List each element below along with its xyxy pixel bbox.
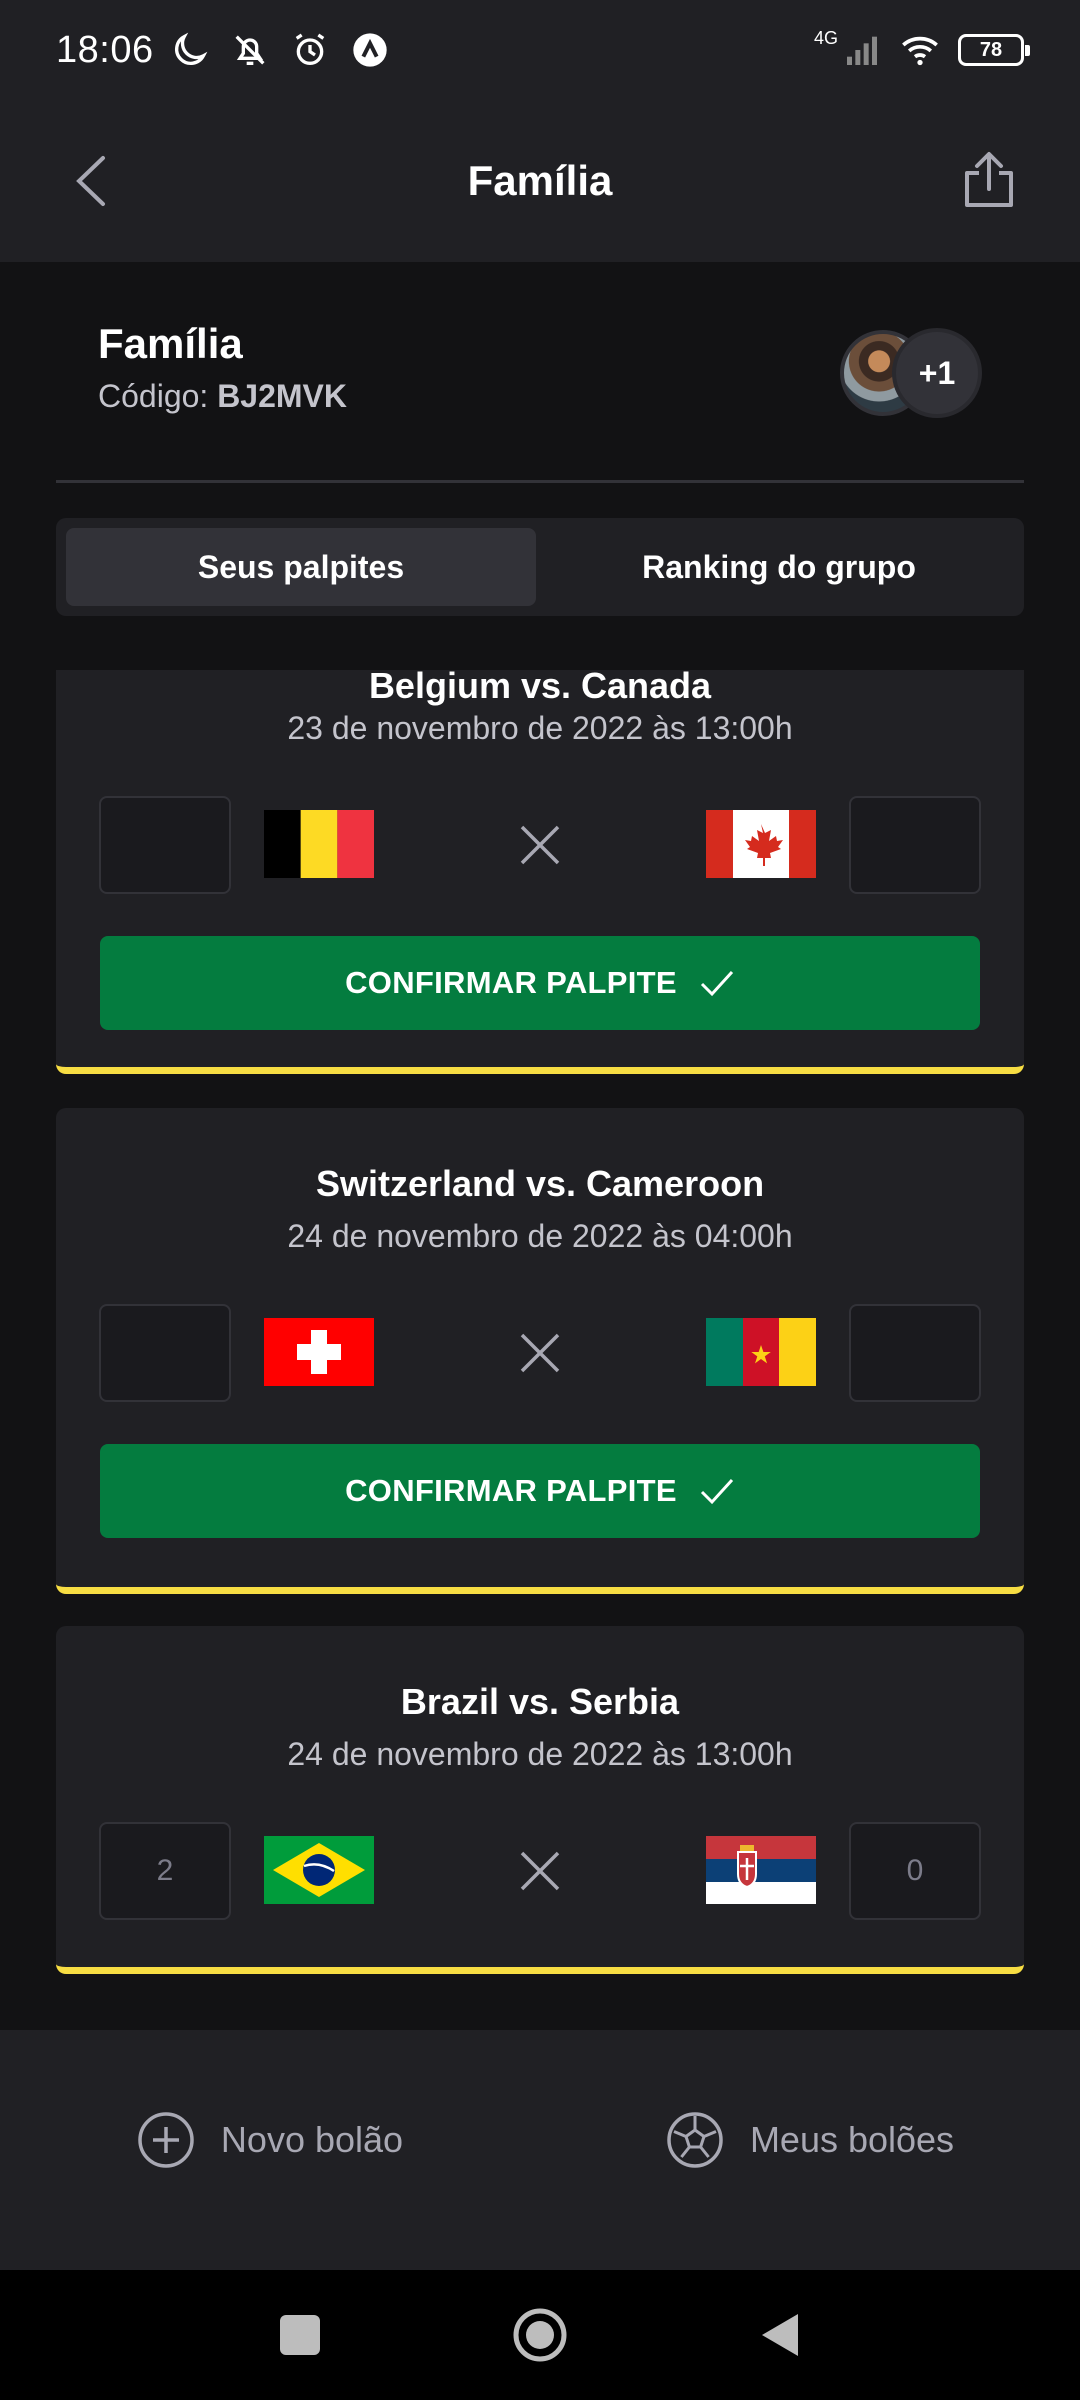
new-pool-button[interactable]: Novo bolão <box>0 2030 540 2270</box>
versus-x-icon <box>520 1333 560 1373</box>
system-nav-bar <box>0 2270 1080 2400</box>
soccer-ball-icon <box>667 2112 723 2168</box>
confirm-guess-label: CONFIRMAR PALPITE <box>345 1473 677 1508</box>
group-name: Família <box>98 320 243 367</box>
group-header: Família Código: BJ2MVK <box>98 320 347 415</box>
confirm-guess-label: CONFIRMAR PALPITE <box>345 965 677 1000</box>
recents-button[interactable] <box>278 2313 322 2357</box>
match-card: Brazil vs. Serbia 24 de novembro de 2022… <box>56 1626 1024 1974</box>
back-nav-button[interactable] <box>758 2310 802 2360</box>
wifi-icon <box>902 36 938 66</box>
switzerland-flag <box>264 1318 374 1386</box>
signal-icon <box>847 36 877 65</box>
check-icon <box>700 1478 733 1505</box>
alarm-icon <box>295 33 324 65</box>
away-score-input[interactable] <box>849 796 981 894</box>
share-icon <box>965 152 1013 207</box>
app-notification-icon <box>352 33 387 67</box>
group-code-label: Código: <box>98 378 209 414</box>
tabs: Seus palpites Ranking do grupo <box>56 518 1024 616</box>
status-bar: 18:06 4G 78 <box>0 0 1080 100</box>
canada-flag <box>706 810 816 878</box>
battery-indicator: 78 <box>958 34 1030 66</box>
brazil-flag <box>264 1836 374 1904</box>
app-screen: 18:06 4G 78 Família Família Código: BJ2M… <box>0 0 1080 2400</box>
home-score-value: 2 <box>99 1822 231 1920</box>
tab-seus-palpites[interactable]: Seus palpites <box>66 528 536 606</box>
confirm-guess-button[interactable]: CONFIRMAR PALPITE <box>100 1444 980 1538</box>
home-score-input[interactable] <box>99 796 231 894</box>
match-title: Switzerland vs. Cameroon <box>315 1163 765 1204</box>
group-members[interactable]: +1 <box>840 328 982 418</box>
versus-x-icon <box>520 825 560 865</box>
away-score-value: 0 <box>849 1822 981 1920</box>
my-pools-button[interactable]: Meus bolões <box>540 2030 1080 2270</box>
match-list[interactable]: Belgium vs. Canada 23 de novembro de 202… <box>0 670 1080 2030</box>
chevron-left-icon <box>76 156 105 206</box>
my-pools-label: Meus bolões <box>749 2119 955 2160</box>
match-date: 24 de novembro de 2022 às 04:00h <box>287 1218 793 1254</box>
home-button[interactable] <box>512 2307 568 2363</box>
new-pool-label: Novo bolão <box>220 2119 404 2160</box>
tab-ranking-do-grupo[interactable]: Ranking do grupo <box>544 528 1014 606</box>
divider <box>56 480 1024 483</box>
page-title: Família <box>467 157 613 204</box>
match-card: Switzerland vs. Cameroon 24 de novembro … <box>56 1108 1024 1594</box>
match-title: Brazil vs. Serbia <box>400 1681 680 1722</box>
match-date: 24 de novembro de 2022 às 13:00h <box>287 1736 793 1772</box>
match-card: Belgium vs. Canada 23 de novembro de 202… <box>56 670 1024 1074</box>
more-members-badge: +1 <box>892 328 982 418</box>
group-code-value: BJ2MVK <box>217 378 347 414</box>
match-title: Belgium vs. Canada <box>368 670 712 706</box>
away-score-input[interactable] <box>849 1304 981 1402</box>
bottom-nav: Novo bolão Meus bolões <box>0 2030 1080 2270</box>
status-time: 18:06 <box>56 28 154 71</box>
moon-icon <box>174 32 207 65</box>
home-score-input[interactable] <box>99 1304 231 1402</box>
belgium-flag <box>264 810 374 878</box>
battery-level: 78 <box>979 38 1003 61</box>
cameroon-flag <box>706 1318 816 1386</box>
match-date: 23 de novembro de 2022 às 13:00h <box>287 710 793 746</box>
check-icon <box>700 970 733 997</box>
plus-circle-icon <box>138 2112 194 2168</box>
serbia-flag <box>706 1836 816 1904</box>
share-button[interactable] <box>954 144 1024 214</box>
bell-muted-icon <box>235 35 265 65</box>
network-type: 4G <box>813 27 838 48</box>
versus-x-icon <box>520 1851 560 1891</box>
group-code: Código: BJ2MVK <box>98 378 347 415</box>
confirm-guess-button[interactable]: CONFIRMAR PALPITE <box>100 936 980 1030</box>
back-button[interactable] <box>60 146 120 216</box>
app-bar: Família <box>0 100 1080 262</box>
